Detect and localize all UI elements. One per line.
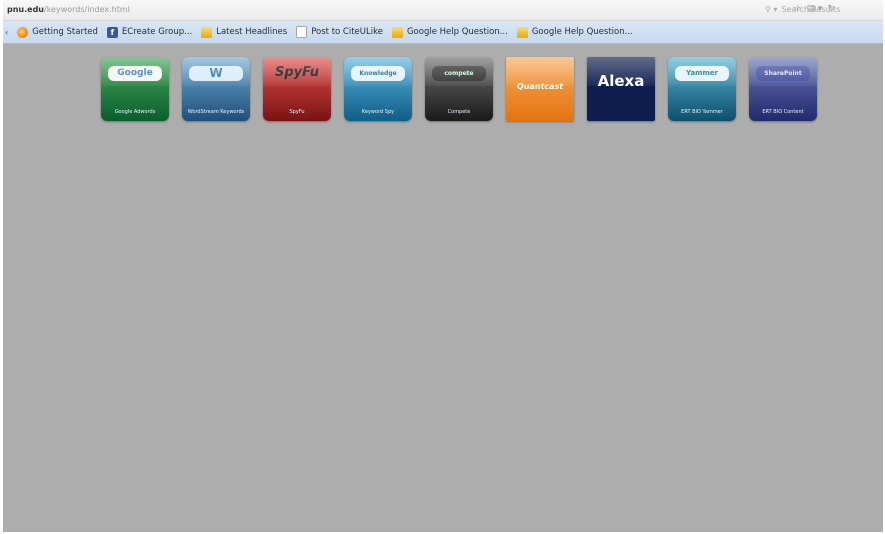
url-text[interactable]: pnu.edu/keywords/index.html (7, 5, 130, 14)
url-host: pnu.edu (7, 5, 45, 14)
tile-label: Compete (447, 109, 471, 115)
tile-label: ERT BIO Content (762, 109, 804, 115)
browser-window: pnu.edu/keywords/index.html ☆ ▤ ▾ ↻ ⚲ ▾ … (3, 0, 883, 532)
spyfu-logo-icon: SpyFu (274, 65, 320, 80)
bookmark-label: Getting Started (32, 27, 98, 37)
chevron-left-icon[interactable]: ‹ (5, 28, 8, 37)
bookmark-label: Google Help Question... (406, 27, 508, 37)
tile-label: WordStream Keywords (187, 109, 245, 115)
tile-label: ERT BIO Yammer (681, 109, 723, 115)
tile-sharepoint[interactable]: SharePoint ERT BIO Content (749, 57, 817, 121)
bookmark-latest-headlines[interactable]: Latest Headlines (201, 26, 288, 38)
bookmark-ecreate-group[interactable]: f ECreate Group... (106, 26, 193, 38)
rss-feed-icon (391, 26, 403, 38)
tile-label: Google Adwords (114, 109, 156, 115)
search-box[interactable]: ⚲ ▾ Search Results (765, 2, 883, 17)
tile-label: Keyword Spy (361, 109, 395, 115)
tile-compete[interactable]: compete Compete (425, 57, 493, 121)
facebook-icon: f (106, 26, 118, 38)
quantcast-logo-icon: Quantcast (516, 82, 564, 91)
bookmark-label: ECreate Group... (121, 27, 193, 37)
tile-alexa[interactable]: Alexa (587, 57, 655, 121)
bookmark-citeulike[interactable]: Post to CiteULike (296, 26, 383, 38)
rss-feed-icon (516, 26, 528, 38)
tile-keyword-spy[interactable]: Knowledge Keyword Spy (344, 57, 412, 121)
bookmarks-toolbar: ‹ Getting Started f ECreate Group... Lat… (3, 21, 883, 44)
tile-quantcast[interactable]: Quantcast (506, 57, 574, 121)
bookmark-getting-started[interactable]: Getting Started (17, 26, 98, 38)
search-icon: ⚲ ▾ (765, 5, 778, 14)
firefox-icon (17, 26, 29, 38)
tile-wordstream[interactable]: W WordStream Keywords (182, 57, 250, 121)
bookmark-google-help-1[interactable]: Google Help Question... (391, 26, 508, 38)
compete-logo-icon: compete (432, 66, 486, 81)
search-input[interactable]: Search Results (781, 5, 840, 14)
sharepoint-logo-icon: SharePoint (756, 66, 810, 81)
address-bar[interactable]: pnu.edu/keywords/index.html ☆ ▤ ▾ ↻ ⚲ ▾ … (3, 0, 883, 21)
yammer-logo-icon: Yammer (675, 66, 729, 81)
tile-spyfu[interactable]: SpyFu SpyFu (263, 57, 331, 121)
bookmark-label: Google Help Question... (531, 27, 633, 37)
bookmark-label: Post to CiteULike (311, 27, 383, 37)
bookmark-label: Latest Headlines (216, 27, 288, 37)
alexa-logo-icon: Alexa (597, 72, 645, 90)
page-icon (296, 26, 308, 38)
tile-google-adwords[interactable]: Google Google Adwords (101, 57, 169, 121)
tool-tiles: Google Google Adwords W WordStream Keywo… (101, 57, 817, 121)
rss-feed-icon (201, 26, 213, 38)
google-logo-icon: Google (108, 66, 162, 81)
keyword-spy-logo-icon: Knowledge (351, 66, 405, 81)
tile-yammer[interactable]: Yammer ERT BIO Yammer (668, 57, 736, 121)
url-path: /keywords/index.html (44, 5, 130, 14)
bookmark-google-help-2[interactable]: Google Help Question... (516, 26, 633, 38)
wordstream-logo-icon: W (189, 66, 243, 81)
tile-label: SpyFu (289, 109, 305, 115)
